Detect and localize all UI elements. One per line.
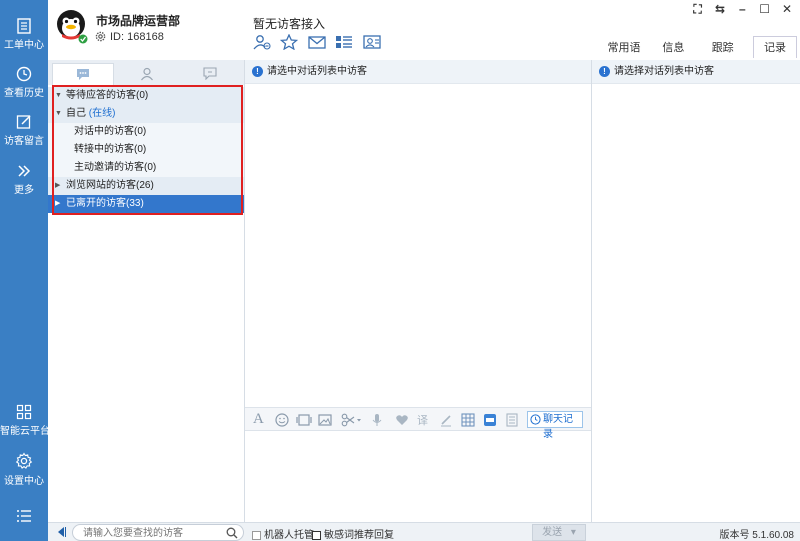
expand-arrow-icon: ▼ bbox=[55, 92, 62, 99]
image-icon[interactable] bbox=[318, 413, 332, 427]
right-panel: ! 请选择对话列表中访客 bbox=[592, 60, 800, 522]
group-left[interactable]: ▶ 已离开的访客(33) bbox=[48, 195, 244, 213]
mail-icon[interactable] bbox=[308, 34, 326, 53]
user-id: ID: 168168 bbox=[110, 31, 164, 43]
edit-icon bbox=[16, 115, 31, 129]
app-icon[interactable] bbox=[483, 413, 497, 427]
avatar bbox=[57, 10, 88, 44]
gear-icon[interactable] bbox=[95, 31, 106, 42]
info-icon: ! bbox=[252, 66, 263, 77]
search-icon[interactable] bbox=[226, 527, 238, 539]
nav-item-settings[interactable]: 设置中心 bbox=[0, 446, 48, 496]
sensitive-word-checkbox[interactable]: 敏感词推荐回复 bbox=[312, 526, 394, 541]
translate-icon[interactable]: 译 bbox=[417, 412, 428, 428]
tab-contacts[interactable] bbox=[116, 63, 178, 85]
visitor-minus-icon[interactable] bbox=[253, 34, 271, 53]
gear-icon bbox=[15, 452, 33, 469]
bottom-bar: 机器人托管 敏感词推荐回复 发送 ▾ 版本号 5.1.60.08 bbox=[48, 522, 800, 541]
nav-label: 访客留言 bbox=[4, 136, 44, 147]
document-list-icon[interactable] bbox=[505, 413, 519, 427]
pen-icon[interactable] bbox=[439, 413, 453, 427]
document-icon bbox=[17, 18, 31, 34]
nav-label: 设置中心 bbox=[4, 476, 44, 487]
right-panel-tabs: 常用语 信息 跟踪 记录 bbox=[601, 36, 798, 59]
header: 市场品牌运营部 ID: 168168 暂无访客接入 ⛶ ⇆ – ☐ ✕ 常用语 … bbox=[48, 0, 800, 60]
company-name: 市场品牌运营部 bbox=[96, 14, 181, 28]
double-chevron-right-icon bbox=[18, 165, 31, 177]
tab-common-phrases[interactable]: 常用语 bbox=[601, 37, 647, 59]
window-controls: ⛶ ⇆ – ☐ ✕ bbox=[686, 2, 794, 16]
collapse-arrow-icon: ▶ bbox=[55, 200, 61, 207]
dropdown-arrow-icon[interactable]: ▾ bbox=[571, 527, 576, 538]
nav-item-messages[interactable]: 访客留言 bbox=[0, 108, 48, 158]
group-invited[interactable]: 主动邀请的访客(0) bbox=[48, 159, 244, 177]
star-icon[interactable] bbox=[280, 33, 299, 53]
group-in-conversation[interactable]: 对话中的访客(0) bbox=[48, 123, 244, 141]
visitor-panel-tabs bbox=[48, 60, 244, 85]
person-icon bbox=[141, 67, 153, 81]
right-panel-notice: ! 请选择对话列表中访客 bbox=[592, 60, 800, 84]
header-toolbar bbox=[253, 33, 388, 53]
minimize-button[interactable]: – bbox=[735, 2, 749, 16]
chat-notice: ! 请选中对话列表中访客 bbox=[245, 60, 591, 84]
visitor-panel: ▼ 等待应答的访客(0) ▼ 自己 (在线) 对话中的访客(0) 转接中的访客(0)… bbox=[48, 60, 245, 522]
chat-bubble-icon bbox=[77, 69, 89, 80]
group-browsing[interactable]: ▶ 浏览网站的访客(26) bbox=[48, 177, 244, 195]
checkbox-box[interactable] bbox=[312, 530, 321, 540]
robot-hosting-checkbox[interactable]: 机器人托管 bbox=[252, 526, 314, 541]
nav-item-cloud-platform[interactable]: 智能云平台 bbox=[0, 398, 50, 448]
switch-icon[interactable]: ⇆ bbox=[713, 2, 727, 16]
session-status: 暂无访客接入 bbox=[253, 17, 326, 31]
left-nav: 工单中心 查看历史 访客留言 更多 智能云平台 设置中心 bbox=[0, 0, 50, 541]
scissors-icon[interactable] bbox=[341, 413, 363, 427]
list-menu-icon bbox=[17, 510, 31, 522]
info-icon: ! bbox=[599, 66, 610, 77]
microphone-icon[interactable] bbox=[371, 413, 383, 427]
group-waiting[interactable]: ▼ 等待应答的访客(0) bbox=[48, 87, 244, 105]
nav-menu-button[interactable] bbox=[0, 503, 48, 533]
tab-records[interactable]: 记录 bbox=[753, 36, 798, 58]
chat-area: ! 请选中对话列表中访客 A 译 聊天记录 bbox=[245, 60, 592, 522]
visitor-search-box bbox=[72, 524, 244, 541]
emoji-icon[interactable] bbox=[275, 413, 289, 427]
visitor-tree: ▼ 等待应答的访客(0) ▼ 自己 (在线) 对话中的访客(0) 转接中的访客(0)… bbox=[48, 87, 244, 213]
table-icon[interactable] bbox=[461, 413, 475, 427]
list-detail-icon[interactable] bbox=[335, 34, 353, 53]
heart-icon[interactable] bbox=[395, 413, 409, 427]
fullscreen-icon[interactable]: ⛶ bbox=[691, 2, 705, 16]
expand-arrow-icon: ▼ bbox=[55, 110, 62, 117]
close-button[interactable]: ✕ bbox=[780, 2, 794, 16]
nav-item-ticket-center[interactable]: 工单中心 bbox=[0, 12, 48, 62]
chat-history-button[interactable]: 聊天记录 bbox=[527, 411, 583, 440]
nav-label: 智能云平台 bbox=[0, 426, 50, 437]
nav-label: 工单中心 bbox=[4, 40, 44, 51]
collapse-arrow-icon: ▶ bbox=[55, 182, 61, 189]
group-self[interactable]: ▼ 自己 (在线) bbox=[48, 105, 244, 123]
tab-info[interactable]: 信息 bbox=[650, 37, 696, 59]
online-status: (在线) bbox=[88, 108, 116, 119]
nav-label: 更多 bbox=[14, 185, 34, 196]
visitor-search-input[interactable] bbox=[83, 526, 223, 541]
grid-icon bbox=[16, 404, 32, 420]
tab-tracking[interactable]: 跟踪 bbox=[700, 37, 746, 59]
checkbox-box[interactable] bbox=[252, 530, 261, 540]
group-transferring[interactable]: 转接中的访客(0) bbox=[48, 141, 244, 159]
version-label: 版本号 5.1.60.08 bbox=[719, 530, 794, 541]
screenshot-icon[interactable] bbox=[296, 413, 312, 427]
send-button[interactable]: 发送 ▾ bbox=[532, 524, 586, 541]
chat-toolbar: A 译 聊天记录 bbox=[245, 407, 591, 440]
message-outline-icon bbox=[203, 67, 217, 81]
contact-card-icon[interactable] bbox=[362, 34, 382, 53]
tab-conversations[interactable] bbox=[52, 63, 114, 85]
font-icon[interactable]: A bbox=[253, 411, 264, 428]
maximize-button[interactable]: ☐ bbox=[758, 2, 772, 16]
tab-messages[interactable] bbox=[179, 63, 241, 85]
nav-label: 查看历史 bbox=[4, 88, 44, 99]
nav-item-more[interactable]: 更多 bbox=[0, 157, 48, 207]
nav-item-history[interactable]: 查看历史 bbox=[0, 60, 48, 110]
clock-icon bbox=[530, 414, 541, 425]
collapse-panel-icon[interactable] bbox=[56, 526, 66, 538]
clock-icon bbox=[16, 66, 32, 82]
